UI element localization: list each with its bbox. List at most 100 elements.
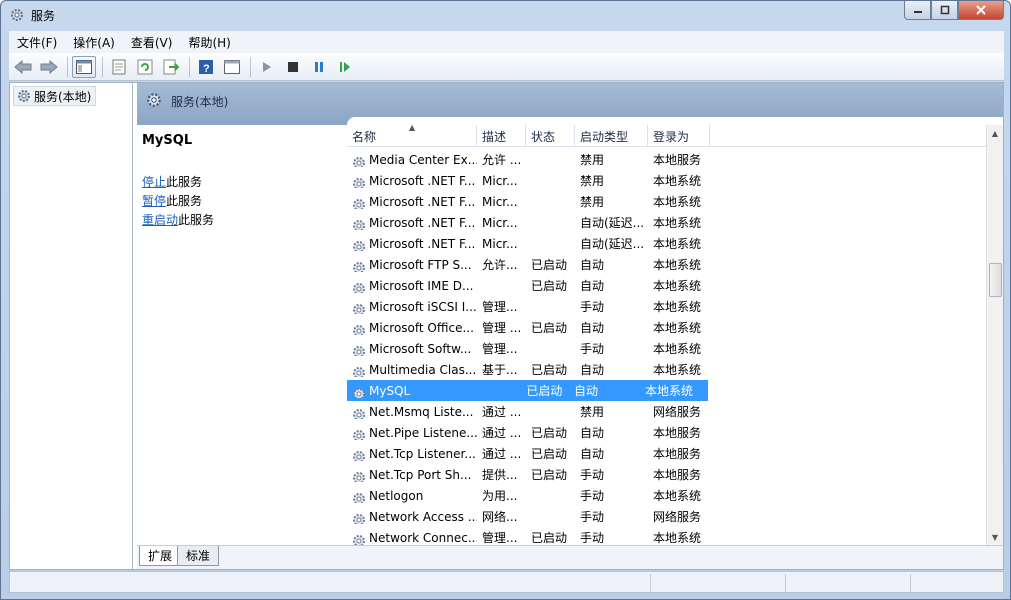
export-button[interactable] [159,56,183,78]
service-gear-icon [351,218,367,230]
scroll-thumb[interactable] [989,263,1002,297]
services-window: 服务 文件(F) 操作(A) 查看(V) 帮助(H) ? 服务(本地) 服务(本… [0,0,1011,600]
service-logon-as: 网络服务 [653,405,702,419]
service-row[interactable]: Media Center Ex... 允许 ... 禁用 本地服务 [347,149,987,170]
service-startup-type: 禁用 [580,153,605,167]
restart-service-button[interactable] [333,56,357,78]
close-button[interactable] [958,1,1004,20]
action-suffix: 此服务 [178,213,215,227]
menu-item[interactable]: 文件(F) [9,34,65,51]
service-logon-as: 本地服务 [653,153,702,167]
service-name-cell: Media Center Ex... [347,153,477,167]
view-button[interactable] [220,56,244,78]
service-startup-type: 手动 [580,531,605,545]
service-row[interactable]: Microsoft iSCSI I... 管理... 手动 本地系统 [347,296,987,317]
service-row[interactable]: Microsoft .NET F... Micr... 自动(延迟... 本地系统 [347,233,987,254]
services-pane: 服务(本地) MySQL 停止此服务 暂停此服务 重启动此服务 ▲ 名称 描述 … [137,83,1003,569]
service-name: Multimedia Clas... [369,362,477,377]
restore-icon [940,5,949,15]
service-name: Microsoft Softw... [369,341,472,356]
menu-bar: 文件(F) 操作(A) 查看(V) 帮助(H) [9,31,1004,53]
service-row[interactable]: Net.Msmq Liste... 通过 ... 禁用 网络服务 [347,401,987,422]
service-name: Microsoft IME D... [369,278,474,293]
selected-service-name: MySQL [142,133,193,148]
service-name: Net.Msmq Liste... [369,404,474,419]
scroll-up-icon[interactable]: ▲ [987,125,1003,141]
service-row[interactable]: Microsoft Softw... 管理... 手动 本地系统 [347,338,987,359]
service-row[interactable]: Netlogon 为用... 手动 本地系统 [347,485,987,506]
column-header-logon-as[interactable]: 登录为 [648,125,710,147]
service-name-cell: Microsoft Softw... [347,342,477,356]
properties-button[interactable] [107,56,131,78]
service-name: Net.Pipe Listene... [369,425,477,440]
scroll-down-icon[interactable]: ▼ [987,529,1003,545]
column-header-row: ▲ 名称 描述 状态 启动类型 登录为 [347,123,987,147]
service-description: 允许... [482,258,518,272]
service-name-cell: Netlogon [347,489,477,503]
service-row[interactable]: Microsoft FTP S... 允许... 已启动 自动 本地系统 [347,254,987,275]
services-rows: Media Center Ex... 允许 ... 禁用 本地服务 Microsoft … [347,149,987,548]
menu-item[interactable]: 查看(V) [123,34,181,51]
service-row[interactable]: Net.Pipe Listene... 通过 ... 已启动 自动 本地服务 [347,422,987,443]
console-tree-button[interactable] [72,55,96,78]
services-list: ▲ 名称 描述 状态 启动类型 登录为 Media Center Ex... 允许… [347,117,1003,545]
title-bar[interactable]: 服务 [1,1,1010,29]
service-gear-icon [351,365,367,377]
service-name-cell: Network Access ... [347,510,477,524]
refresh-button[interactable] [133,56,157,78]
service-row[interactable]: Microsoft Office... 管理 ... 已启动 自动 本地系统 [347,317,987,338]
column-header-description[interactable]: 描述 [477,125,526,147]
help-button[interactable]: ? [194,56,218,78]
service-description: Micr... [482,194,518,209]
service-gear-icon [351,386,367,398]
stop-service-link[interactable]: 停止 [142,175,166,189]
console-tree-icon [76,59,92,74]
tab-extended[interactable]: 扩展 [139,546,182,566]
status-separator [785,574,786,592]
stop-service-button[interactable] [281,56,305,78]
service-row[interactable]: Network Access ... 网络... 手动 网络服务 [347,506,987,527]
service-row[interactable]: Net.Tcp Port Sh... 提供... 已启动 手动 本地服务 [347,464,987,485]
service-row[interactable]: Net.Tcp Listener... 通过 ... 已启动 自动 本地服务 [347,443,987,464]
menu-item[interactable]: 操作(A) [65,34,123,51]
service-row[interactable]: Microsoft .NET F... Micr... 禁用 本地系统 [347,170,987,191]
service-logon-as: 本地系统 [653,363,702,377]
start-service-button[interactable] [255,56,279,78]
column-header-name[interactable]: ▲ 名称 [347,123,477,147]
view-tabs: 扩展 标准 [137,545,1003,569]
tree-item-label: 服务(本地) [34,89,92,104]
service-row[interactable]: Multimedia Clas... 基于... 已启动 自动 本地系统 [347,359,987,380]
restart-service-link[interactable]: 重启动 [142,213,178,227]
restart-service-action: 重启动此服务 [142,211,214,228]
service-logon-as: 本地系统 [653,489,702,503]
tab-standard[interactable]: 标准 [177,546,220,566]
pause-service-button[interactable] [307,56,331,78]
service-row[interactable]: Microsoft .NET F... Micr... 自动(延迟... 本地系统 [347,212,987,233]
service-row[interactable]: MySQL 已启动 自动 本地系统 [347,380,708,401]
service-status: 已启动 [531,531,568,545]
service-row[interactable]: Microsoft IME D... 已启动 自动 本地系统 [347,275,987,296]
service-row[interactable]: Microsoft .NET F... Micr... 禁用 本地系统 [347,191,987,212]
service-name-cell: Net.Tcp Port Sh... [347,468,477,482]
service-startup-type: 手动 [580,468,605,482]
service-logon-as: 本地系统 [653,300,702,314]
back-button[interactable] [11,56,35,78]
service-description: 管理... [482,342,518,356]
tree-item-services-local[interactable]: 服务(本地) [13,86,97,106]
service-status: 已启动 [531,426,568,440]
services-gear-icon [147,93,161,107]
service-name: Microsoft FTP S... [369,257,472,272]
vertical-scrollbar[interactable]: ▲ ▼ [986,125,1003,545]
pane-title: 服务(本地) [171,95,229,109]
service-status: 已启动 [531,321,568,335]
forward-button[interactable] [37,56,61,78]
action-suffix: 此服务 [166,194,203,208]
view-icon [224,59,240,74]
menu-item[interactable]: 帮助(H) [180,34,238,51]
minimize-button[interactable] [904,1,931,20]
service-logon-as: 本地系统 [653,237,702,251]
restore-button[interactable] [931,1,958,20]
pause-service-link[interactable]: 暂停 [142,194,166,208]
column-header-startup-type[interactable]: 启动类型 [575,125,648,147]
column-header-status[interactable]: 状态 [526,125,575,147]
